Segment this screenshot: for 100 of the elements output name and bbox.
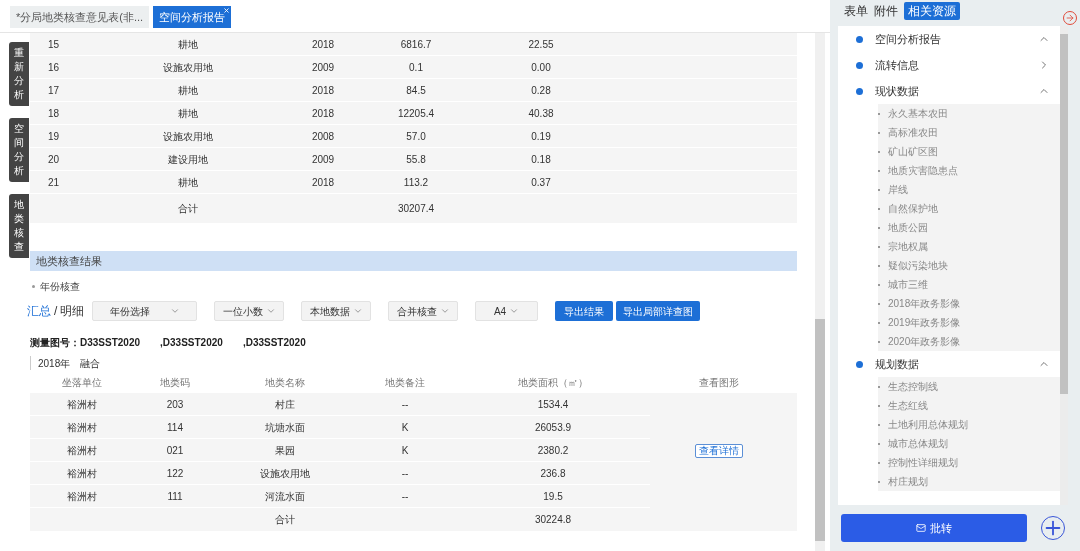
dropdown[interactable]: 一位小数 xyxy=(214,301,284,321)
resource-item[interactable]: 宗地权属 xyxy=(878,237,1060,256)
tab[interactable]: 空间分析报告 xyxy=(153,6,232,28)
table-cell-text: 236.8 xyxy=(539,466,567,481)
tab[interactable]: *分局地类核查意见表(非... xyxy=(10,6,150,28)
view-toggle[interactable]: 明细 xyxy=(60,302,85,320)
dropdown[interactable]: 合并核查 xyxy=(388,301,458,321)
dropdown[interactable]: A4 xyxy=(475,301,538,321)
table-cell-text: 裕洲村 xyxy=(66,466,98,481)
table-cell-text: 0.18 xyxy=(530,152,552,167)
resource-item[interactable]: 城市总体规划 xyxy=(878,434,1060,453)
resource-item[interactable]: 岸线 xyxy=(878,180,1060,199)
table-cell-text: -- xyxy=(400,489,410,504)
table-cell-text: 203 xyxy=(165,397,185,412)
scrollbar[interactable] xyxy=(1060,26,1068,505)
resource-item[interactable]: 生态控制线 xyxy=(878,377,1060,396)
resource-group[interactable]: 流转信息 xyxy=(838,52,1060,78)
table-cell-text: 0.37 xyxy=(530,175,552,190)
resource-item[interactable]: 矿山矿区图 xyxy=(878,142,1060,161)
side-button[interactable]: 重新分析 xyxy=(9,42,29,106)
table-cell-text: 20 xyxy=(47,152,61,167)
table-cell-text: 113.2 xyxy=(402,175,430,190)
table-cell-text: 19.5 xyxy=(542,489,564,504)
panel-tab[interactable]: 表单 xyxy=(844,2,868,20)
column-header: 查看图形 xyxy=(697,376,740,390)
column-header: 坐落单位 xyxy=(61,376,103,390)
table-cell-text: 19 xyxy=(47,129,61,144)
close-icon[interactable] xyxy=(223,7,231,14)
resource-item[interactable]: 土地利用总体规划 xyxy=(878,415,1060,434)
table-cell-text: 0.1 xyxy=(408,60,424,75)
resource-item[interactable]: 疑似污染地块 xyxy=(878,256,1060,275)
column-header: 地类面积（㎡） xyxy=(517,376,589,390)
table-cell-text: -- xyxy=(400,397,410,412)
table-cell-text: K xyxy=(400,420,410,435)
view-toggle[interactable]: 汇总 xyxy=(27,302,51,320)
resource-item[interactable]: 地质灾害隐患点 xyxy=(878,161,1060,180)
table-cell-text: 2009 xyxy=(310,152,336,167)
resource-item[interactable]: 地质公园 xyxy=(878,218,1060,237)
table-cell-text: 1534.4 xyxy=(536,397,570,412)
table-cell-text: 0.19 xyxy=(530,129,552,144)
table-cell-text: 裕洲村 xyxy=(66,489,98,504)
resource-item[interactable]: 2019年政务影像 xyxy=(878,313,1060,332)
table-cell-text: 84.5 xyxy=(405,83,427,98)
detail-button[interactable]: 查看详情 xyxy=(694,443,743,458)
table-cell-text: 2018 xyxy=(310,37,336,52)
table-cell-text: 0.00 xyxy=(530,60,552,75)
table-cell-text: 30207.4 xyxy=(396,202,436,216)
section-title: 地类核查结果 xyxy=(30,251,797,271)
table-cell-text: 2008 xyxy=(310,129,336,144)
table-cell-text: 2380.2 xyxy=(536,443,570,458)
resource-group[interactable]: 现状数据 xyxy=(838,78,1060,104)
export-button[interactable]: 导出结果 xyxy=(555,301,613,321)
side-button[interactable]: 地类核查 xyxy=(9,194,29,258)
caret-icon xyxy=(265,306,276,316)
export-button[interactable]: 导出局部详查图 xyxy=(616,301,700,321)
sheet-number: D33SST2020 xyxy=(80,336,141,350)
approve-button[interactable]: 批转 xyxy=(841,514,1027,542)
table-cell-text: 果园 xyxy=(274,443,296,458)
table-cell-text: 15 xyxy=(47,37,61,52)
caret-icon xyxy=(169,306,180,316)
table-cell-text: 裕洲村 xyxy=(66,443,98,458)
resource-item[interactable]: 城市三维 xyxy=(878,275,1060,294)
scrollbar[interactable] xyxy=(815,33,825,551)
mode-label: 融合 xyxy=(80,356,101,371)
resource-group[interactable]: 空间分析报告 xyxy=(838,26,1060,52)
resource-item[interactable]: 永久基本农田 xyxy=(878,104,1060,123)
resource-item[interactable]: 生态红线 xyxy=(878,396,1060,415)
year-label: 2018年 xyxy=(38,356,71,371)
table-cell-text: 合计 xyxy=(274,513,296,527)
resource-item[interactable]: 2018年政务影像 xyxy=(878,294,1060,313)
resource-item[interactable]: 控制性详细规划 xyxy=(878,453,1060,472)
table-cell-text: 114 xyxy=(166,420,184,435)
resource-group[interactable]: 规划数据 xyxy=(838,351,1060,377)
side-button[interactable]: 空间分析 xyxy=(9,118,29,182)
table-cell-text: 耕地 xyxy=(176,175,199,190)
table-cell-text: 耕地 xyxy=(176,106,199,121)
table-cell-text: 122 xyxy=(165,466,185,481)
dropdown[interactable]: 年份选择 xyxy=(92,301,197,321)
caret-icon xyxy=(352,306,363,316)
column-header: 地类备注 xyxy=(384,376,426,390)
table-cell-text: 57.0 xyxy=(405,129,427,144)
table-cell-text: 村庄 xyxy=(274,397,296,412)
panel-tab[interactable]: 相关资源 xyxy=(904,2,960,20)
table-cell-text: 2009 xyxy=(310,60,336,75)
table-cell-text: 耕地 xyxy=(176,83,199,98)
table-cell-text: 2018 xyxy=(310,175,336,190)
caret-icon xyxy=(509,306,520,316)
resource-item[interactable]: 村庄规划 xyxy=(878,472,1060,491)
resource-item[interactable]: 2020年政务影像 xyxy=(878,332,1060,351)
resource-item[interactable]: 自然保护地 xyxy=(878,199,1060,218)
table-cell-text: 裕洲村 xyxy=(66,420,98,435)
resource-item[interactable]: 高标准农田 xyxy=(878,123,1060,142)
dropdown[interactable]: 本地数据 xyxy=(301,301,371,321)
table-cell-text: 坑塘水面 xyxy=(264,420,306,435)
table-cell-text: 21 xyxy=(47,175,61,190)
table-cell-text: 河流水面 xyxy=(264,489,306,504)
mail-icon xyxy=(916,523,926,533)
table-cell-text: 40.38 xyxy=(527,106,555,121)
panel-tab[interactable]: 附件 xyxy=(874,2,898,20)
table-cell-text: 30224.8 xyxy=(533,513,573,527)
